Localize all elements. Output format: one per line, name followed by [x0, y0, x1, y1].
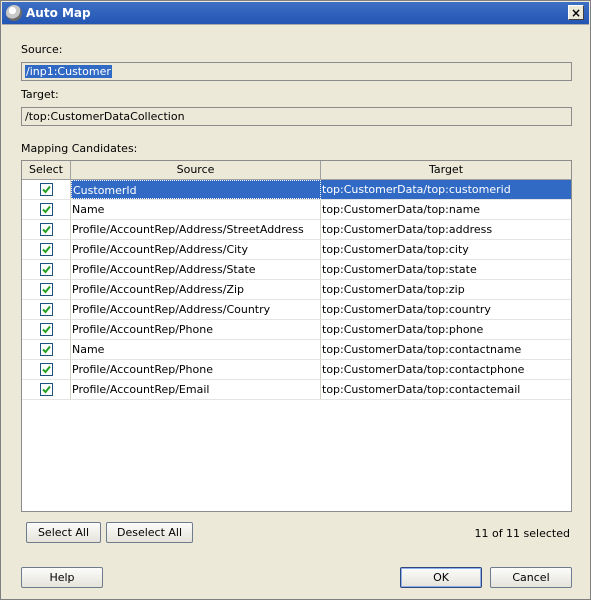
checkmark-icon	[41, 205, 51, 214]
table-row[interactable]: Profile/AccountRep/Address/Country top:Cu…	[22, 300, 571, 320]
select-cell	[22, 360, 71, 379]
select-cell	[22, 280, 71, 299]
table-row[interactable]: Name top:CustomerData/top:contactname	[22, 340, 571, 360]
auto-map-dialog: Auto Map × Source: /inp1:Customer Target…	[0, 0, 591, 600]
target-cell: top:CustomerData/top:address	[322, 223, 493, 236]
source-cell: Profile/AccountRep/Address/City	[71, 240, 321, 259]
row-checkbox[interactable]	[39, 183, 53, 196]
row-checkbox[interactable]	[39, 363, 53, 376]
table-row[interactable]: Name top:CustomerData/top:name	[22, 200, 571, 220]
target-value: /top:CustomerDataCollection	[25, 110, 185, 123]
window-title: Auto Map	[26, 6, 91, 20]
column-header-source[interactable]: Source	[71, 161, 321, 179]
target-cell: top:CustomerData/top:contactemail	[322, 383, 521, 396]
target-cell: top:CustomerData/top:contactphone	[322, 363, 525, 376]
source-cell: Profile/AccountRep/Phone	[71, 320, 321, 339]
source-cell: Profile/AccountRep/Email	[71, 380, 321, 399]
checkmark-icon	[41, 285, 51, 294]
target-cell: top:CustomerData/top:customerid	[322, 183, 511, 196]
row-checkbox[interactable]	[39, 263, 53, 276]
table-row[interactable]: Profile/AccountRep/Phone top:CustomerData…	[22, 360, 571, 380]
source-cell: Name	[71, 340, 321, 359]
source-cell: Profile/AccountRep/Address/StreetAddress	[71, 220, 321, 239]
mapping-table: Select Source Target CustomerId top:Custo…	[21, 160, 572, 512]
row-checkbox[interactable]	[39, 343, 53, 356]
table-row[interactable]: Profile/AccountRep/Address/StreetAddress…	[22, 220, 571, 240]
deselect-all-button[interactable]: Deselect All	[106, 522, 193, 543]
target-cell: top:CustomerData/top:state	[322, 263, 477, 276]
source-cell: Profile/AccountRep/Address/Zip	[71, 280, 321, 299]
target-cell: top:CustomerData/top:zip	[322, 283, 465, 296]
source-cell: Profile/AccountRep/Address/Country	[71, 300, 321, 319]
target-cell: top:CustomerData/top:contactname	[322, 343, 522, 356]
source-cell: Name	[71, 200, 321, 219]
checkmark-icon	[41, 245, 51, 254]
target-cell: top:CustomerData/top:country	[322, 303, 491, 316]
table-row[interactable]: Profile/AccountRep/Email top:CustomerData…	[22, 380, 571, 400]
column-header-target[interactable]: Target	[321, 161, 571, 179]
title-bar[interactable]: Auto Map ×	[2, 2, 589, 25]
ok-button[interactable]: OK	[400, 567, 482, 588]
row-checkbox[interactable]	[39, 303, 53, 316]
table-row[interactable]: Profile/AccountRep/Address/State top:Cust…	[22, 260, 571, 280]
select-cell	[22, 180, 71, 199]
checkmark-icon	[41, 385, 51, 394]
select-all-button[interactable]: Select All	[26, 522, 101, 543]
row-checkbox[interactable]	[39, 283, 53, 296]
table-row[interactable]: CustomerId top:CustomerData/top:customeri…	[22, 180, 571, 200]
checkmark-icon	[41, 305, 51, 314]
selection-status: 11 of 11 selected	[474, 527, 570, 540]
source-label: Source:	[21, 43, 63, 56]
table-row[interactable]: Profile/AccountRep/Address/City top:Custo…	[22, 240, 571, 260]
row-checkbox[interactable]	[39, 203, 53, 216]
checkmark-icon	[41, 325, 51, 334]
row-checkbox[interactable]	[39, 243, 53, 256]
select-cell	[22, 240, 71, 259]
help-button[interactable]: Help	[21, 567, 103, 588]
target-cell: top:CustomerData/top:name	[322, 203, 481, 216]
checkmark-icon	[41, 345, 51, 354]
mapping-candidates-label: Mapping Candidates:	[21, 142, 138, 155]
source-cell: Profile/AccountRep/Address/State	[71, 260, 321, 279]
select-cell	[22, 220, 71, 239]
table-body: CustomerId top:CustomerData/top:customeri…	[22, 180, 571, 400]
column-header-select[interactable]: Select	[22, 161, 71, 179]
source-value: /inp1:Customer	[25, 65, 112, 78]
target-label: Target:	[21, 88, 59, 101]
row-checkbox[interactable]	[39, 323, 53, 336]
app-icon	[6, 5, 22, 21]
cancel-button[interactable]: Cancel	[490, 567, 572, 588]
close-button[interactable]: ×	[568, 5, 584, 20]
source-cell: CustomerId	[71, 180, 321, 199]
table-header: Select Source Target	[22, 161, 571, 180]
source-cell: Profile/AccountRep/Phone	[71, 360, 321, 379]
checkmark-icon	[41, 265, 51, 274]
checkmark-icon	[41, 225, 51, 234]
table-row[interactable]: Profile/AccountRep/Phone top:CustomerData…	[22, 320, 571, 340]
select-cell	[22, 300, 71, 319]
select-cell	[22, 260, 71, 279]
table-row[interactable]: Profile/AccountRep/Address/Zip top:Custom…	[22, 280, 571, 300]
checkmark-icon	[41, 185, 51, 194]
row-checkbox[interactable]	[39, 223, 53, 236]
row-checkbox[interactable]	[39, 383, 53, 396]
select-cell	[22, 320, 71, 339]
source-field[interactable]: /inp1:Customer	[21, 62, 572, 81]
target-field[interactable]: /top:CustomerDataCollection	[21, 107, 572, 126]
target-cell: top:CustomerData/top:phone	[322, 323, 484, 336]
select-cell	[22, 380, 71, 399]
select-cell	[22, 200, 71, 219]
target-cell: top:CustomerData/top:city	[322, 243, 469, 256]
select-cell	[22, 340, 71, 359]
checkmark-icon	[41, 365, 51, 374]
